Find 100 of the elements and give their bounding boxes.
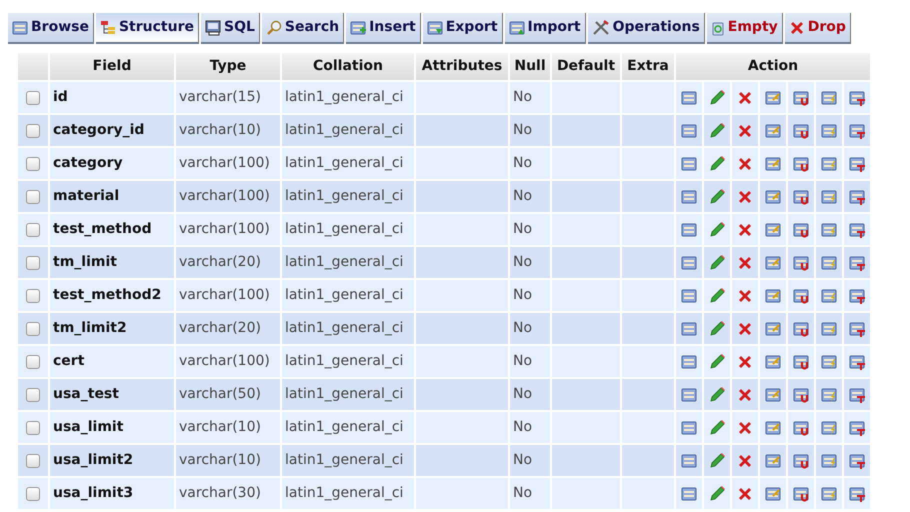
tab[interactable]: Operations <box>588 13 705 44</box>
checkbox[interactable] <box>26 222 40 236</box>
column-header[interactable]: Null <box>510 53 550 80</box>
column-header[interactable]: Type <box>176 53 280 80</box>
pencil-icon <box>708 154 726 172</box>
checkbox[interactable] <box>26 388 40 402</box>
lightning-icon <box>821 354 837 370</box>
table-cell: latin1_general_ci <box>282 412 414 443</box>
key-icon <box>765 122 781 138</box>
pencil-icon <box>708 320 726 338</box>
unique-icon <box>793 222 809 238</box>
table-cell: No <box>510 346 550 377</box>
pencil-icon <box>708 88 726 106</box>
tab[interactable]: Export <box>422 13 503 44</box>
table-cell: No <box>510 247 550 278</box>
cross-icon <box>737 156 753 172</box>
checkbox[interactable] <box>26 322 40 336</box>
unique-icon <box>793 386 809 402</box>
cross-icon <box>737 254 753 270</box>
fulltext-icon <box>849 188 865 204</box>
column-header[interactable]: Attributes <box>416 53 508 80</box>
table-cell: No <box>510 412 550 443</box>
table-cell: latin1_general_ci <box>282 214 414 245</box>
checkbox[interactable] <box>26 156 40 170</box>
key-icon <box>765 320 781 336</box>
key-icon <box>765 288 781 304</box>
fulltext-icon <box>849 354 865 370</box>
table-cell: varchar(100) <box>176 181 280 212</box>
unique-icon <box>793 188 809 204</box>
field-name: usa_limit2 <box>50 445 174 476</box>
checkbox[interactable] <box>26 90 40 104</box>
fulltext-icon <box>849 486 865 502</box>
fulltext-icon <box>849 156 865 172</box>
key-icon <box>765 188 781 204</box>
field-name: usa_limit <box>50 412 174 443</box>
table-import-icon <box>508 20 525 36</box>
column-header[interactable]: Collation <box>282 53 414 80</box>
tab[interactable]: SQL <box>200 13 260 44</box>
table-cell: varchar(100) <box>176 346 280 377</box>
checkbox[interactable] <box>26 354 40 368</box>
tab[interactable]: Search <box>262 13 344 44</box>
table-cell: No <box>510 478 550 509</box>
table-cell: No <box>510 280 550 311</box>
table-cell: varchar(10) <box>176 445 280 476</box>
table-cell: No <box>510 115 550 146</box>
cross-icon <box>788 20 805 36</box>
lightning-icon <box>821 452 837 468</box>
pencil-icon <box>708 122 726 140</box>
column-header[interactable]: Field <box>50 53 174 80</box>
tab[interactable]: Insert <box>346 13 421 44</box>
fulltext-icon <box>849 222 865 238</box>
search-icon <box>266 20 282 36</box>
cross-icon <box>737 486 753 502</box>
checkbox[interactable] <box>26 256 40 270</box>
column-header[interactable]: Default <box>552 53 620 80</box>
cross-icon <box>737 222 753 238</box>
table-icon <box>681 254 697 270</box>
cross-icon <box>737 386 753 402</box>
lightning-icon <box>821 156 837 172</box>
cross-icon <box>737 288 753 304</box>
table-cell: latin1_general_ci <box>282 379 414 410</box>
checkbox[interactable] <box>26 124 40 138</box>
lightning-icon <box>821 288 837 304</box>
pencil-icon <box>708 484 726 502</box>
tab[interactable]: Browse <box>8 13 94 44</box>
column-header[interactable]: Action <box>676 53 870 80</box>
table-add-icon <box>350 20 366 36</box>
unique-icon <box>793 452 809 468</box>
field-name: tm_limit <box>50 247 174 278</box>
checkbox[interactable] <box>26 420 40 434</box>
checkbox[interactable] <box>26 486 40 500</box>
pencil-icon <box>708 452 726 470</box>
checkbox[interactable] <box>26 454 40 468</box>
table-icon <box>681 354 697 370</box>
pencil-icon <box>708 418 726 436</box>
table-icon <box>681 222 697 238</box>
pencil-icon <box>708 286 726 304</box>
tab[interactable]: Drop <box>784 13 851 44</box>
cross-icon <box>737 354 753 370</box>
table-cell: latin1_general_ci <box>282 181 414 212</box>
fulltext-icon <box>849 90 865 106</box>
table-icon <box>681 288 697 304</box>
key-icon <box>765 386 781 402</box>
table-cell: latin1_general_ci <box>282 148 414 179</box>
unique-icon <box>793 420 809 436</box>
fulltext-icon <box>849 254 865 270</box>
column-header[interactable]: Extra <box>622 53 674 80</box>
cross-icon <box>737 420 753 436</box>
table-cell: varchar(100) <box>176 214 280 245</box>
field-name: id <box>50 82 174 113</box>
pencil-icon <box>708 188 726 206</box>
tab[interactable]: Structure <box>96 13 199 44</box>
table-cell: varchar(15) <box>176 82 280 113</box>
table-cell: latin1_general_ci <box>282 82 414 113</box>
field-name: tm_limit2 <box>50 313 174 344</box>
checkbox[interactable] <box>26 190 40 204</box>
pencil-icon <box>708 352 726 370</box>
tab[interactable]: Empty <box>706 13 783 44</box>
tab[interactable]: Import <box>504 13 586 44</box>
checkbox[interactable] <box>26 288 40 302</box>
